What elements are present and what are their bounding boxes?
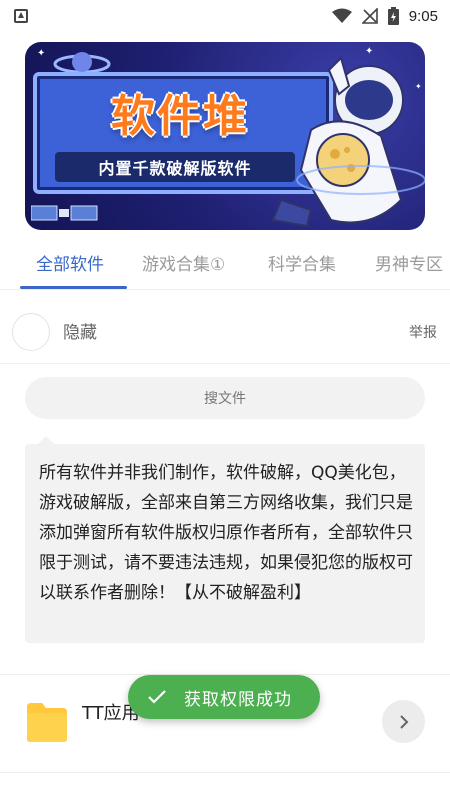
tab-all-software[interactable]: 全部软件 [36, 250, 104, 275]
category-tabs: 全部软件 游戏合集① 科学合集 男神专区 [0, 238, 450, 290]
tab-science-collection[interactable]: 科学合集 [268, 250, 336, 275]
active-tab-indicator [20, 286, 127, 289]
promo-banner[interactable]: ✦ ✦ ✦ 软件堆 内置千款破解版软件 [25, 42, 425, 230]
notification-icon [14, 9, 28, 23]
star-icon: ✦ [37, 48, 46, 59]
toast-text: 获取权限成功 [184, 689, 292, 710]
search-label: 搜文件 [204, 391, 246, 407]
tab-male-zone[interactable]: 男神专区 [375, 250, 443, 275]
check-icon [148, 690, 166, 704]
report-button[interactable]: 举报 [409, 322, 437, 342]
satellite-icon [31, 205, 98, 221]
astronaut-illustration [271, 56, 425, 228]
folder-icon [27, 703, 67, 742]
signal-off-icon [361, 8, 378, 24]
battery-charging-icon [387, 7, 399, 25]
disclaimer-bubble: 所有软件并非我们制作，软件破解，QQ美化包，游戏破解版，全部来自第三方网络收集，… [25, 436, 425, 643]
search-files-button[interactable]: 搜文件 [25, 377, 425, 419]
avatar[interactable] [12, 313, 50, 351]
tab-game-collection[interactable]: 游戏合集① [142, 250, 225, 275]
open-item-button[interactable] [382, 700, 425, 743]
banner-title: 软件堆 [111, 91, 249, 142]
status-time: 9:05 [408, 7, 438, 25]
status-bar: 9:05 [0, 0, 450, 32]
wifi-icon [331, 8, 352, 23]
chevron-right-icon [399, 714, 408, 729]
success-toast: 获取权限成功 [128, 675, 320, 719]
disclaimer-text: 所有软件并非我们制作，软件破解，QQ美化包，游戏破解版，全部来自第三方网络收集，… [39, 463, 413, 603]
post-header-row: 隐藏 举报 [0, 300, 450, 364]
hidden-label[interactable]: 隐藏 [63, 318, 97, 343]
